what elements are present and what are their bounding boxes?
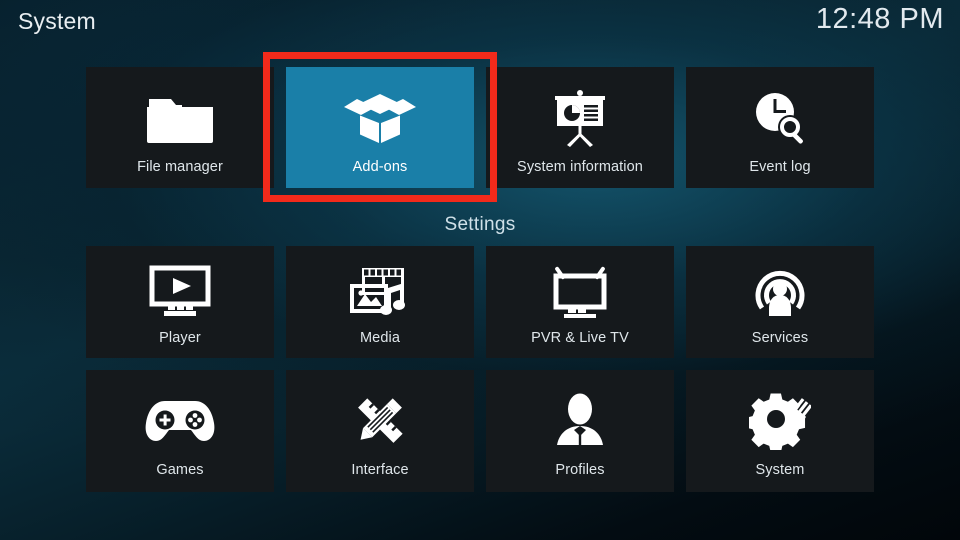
tile-label: Add-ons [352, 159, 408, 175]
header-bar: System 12:48 PM [0, 0, 960, 52]
tv-antenna-icon [486, 246, 674, 330]
top-menu-row: File manager Add-ons System information … [86, 67, 874, 188]
tile-add-ons[interactable]: Add-ons [286, 67, 474, 188]
tile-profiles[interactable]: Profiles [486, 370, 674, 492]
tile-label: File manager [137, 159, 223, 175]
tile-label: System information [517, 159, 643, 175]
tile-label: Profiles [555, 462, 605, 478]
tile-label: Event log [749, 159, 811, 175]
tile-file-manager[interactable]: File manager [86, 67, 274, 188]
tile-label: PVR & Live TV [531, 330, 629, 346]
tile-system[interactable]: System [686, 370, 874, 492]
person-bust-icon [486, 370, 674, 462]
tile-interface[interactable]: Interface [286, 370, 474, 492]
settings-row-2: Games Interface Profiles System [86, 370, 874, 492]
tile-event-log[interactable]: Event log [686, 67, 874, 188]
tile-player[interactable]: Player [86, 246, 274, 358]
tile-label: Player [159, 330, 201, 346]
tile-pvr-live-tv[interactable]: PVR & Live TV [486, 246, 674, 358]
tile-services[interactable]: Services [686, 246, 874, 358]
tile-label: System [755, 462, 805, 478]
tile-label: Games [156, 462, 204, 478]
tile-label: Media [360, 330, 400, 346]
kodi-system-screen: System 12:48 PM File manager Add-ons Sys… [0, 0, 960, 540]
film-photo-music-icon [286, 246, 474, 330]
pencil-ruler-icon [286, 370, 474, 462]
clock-search-icon [686, 67, 874, 159]
tile-label: Interface [351, 462, 409, 478]
open-box-icon [286, 67, 474, 159]
clock-display: 12:48 PM [815, 3, 944, 35]
tile-system-information[interactable]: System information [486, 67, 674, 188]
settings-row-1: Player Media PVR & Live TV Services [86, 246, 874, 358]
presentation-icon [486, 67, 674, 159]
settings-heading-label: Settings [444, 214, 516, 235]
gamepad-icon [86, 370, 274, 462]
tile-label: Services [751, 330, 809, 346]
folder-icon [86, 67, 274, 159]
page-title: System [18, 8, 96, 34]
tile-media[interactable]: Media [286, 246, 474, 358]
broadcast-person-icon [686, 246, 874, 330]
monitor-play-icon [86, 246, 274, 330]
settings-section-heading: Settings [0, 209, 960, 241]
gear-wrench-icon [686, 370, 874, 462]
tile-games[interactable]: Games [86, 370, 274, 492]
